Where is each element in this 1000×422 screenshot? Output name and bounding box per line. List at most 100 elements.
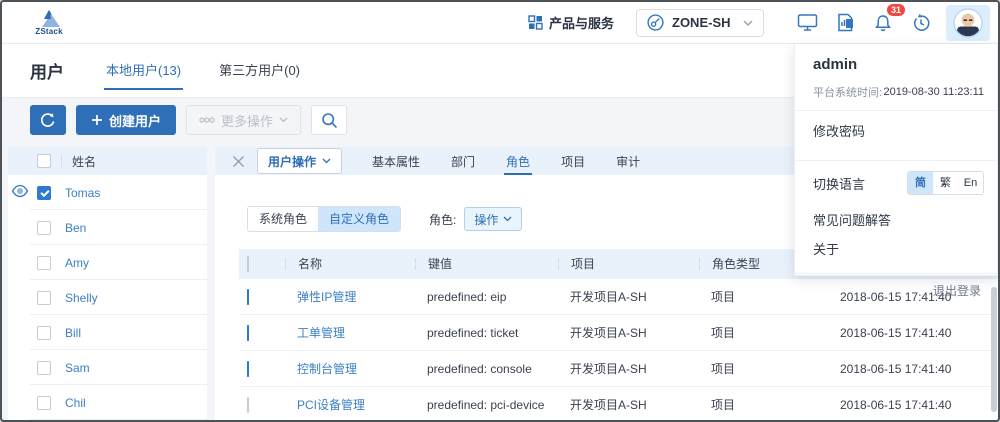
- role-type: 项目: [699, 360, 828, 377]
- tab-basic-properties[interactable]: 基本属性: [370, 147, 422, 175]
- role-project: 开发项目A-SH: [558, 288, 699, 305]
- language-toggle: 简 繁 En: [907, 171, 984, 195]
- role-name-link[interactable]: 工单管理: [285, 324, 415, 341]
- user-actions-dropdown[interactable]: 用户操作: [257, 148, 342, 174]
- role-date: 2018-06-15 17:41:40: [828, 326, 998, 340]
- zstack-logo[interactable]: ZStack: [28, 10, 70, 36]
- role-name-link[interactable]: PCI设备管理: [285, 396, 415, 413]
- zone-selector[interactable]: ZONE-SH: [636, 9, 764, 37]
- tab-third-party-users[interactable]: 第三方用户(0): [217, 51, 302, 90]
- logout-button[interactable]: 退出登录: [795, 274, 997, 307]
- role-type: 项目: [699, 396, 828, 413]
- role-project: 开发项目A-SH: [558, 396, 699, 413]
- role-checkbox[interactable]: [247, 361, 249, 377]
- user-checkbox[interactable]: [37, 396, 51, 410]
- zone-icon: [647, 14, 664, 31]
- chevron-down-icon: [279, 117, 288, 123]
- role-date: 2018-06-15 17:41:40: [828, 398, 998, 412]
- switch-language-row: 切换语言 简 繁 En: [795, 161, 997, 205]
- role-checkbox[interactable]: [247, 325, 249, 341]
- role-row[interactable]: 控制台管理 predefined: console 开发项目A-SH 项目 20…: [239, 351, 998, 387]
- about-item[interactable]: 关于: [795, 234, 997, 263]
- tab-audit[interactable]: 审计: [614, 147, 642, 175]
- change-password-item[interactable]: 修改密码: [795, 111, 997, 150]
- notifications-button[interactable]: 31: [866, 6, 900, 40]
- account-button[interactable]: [946, 5, 990, 41]
- products-services-menu[interactable]: 产品与服务: [528, 13, 614, 32]
- products-services-label: 产品与服务: [549, 13, 614, 32]
- role-checkbox[interactable]: [247, 397, 249, 413]
- role-date: 2018-06-15 17:41:40: [828, 362, 998, 376]
- user-name-link[interactable]: Amy: [65, 256, 89, 270]
- user-list-panel: 姓名 Tomas Ben Amy Shelly: [8, 147, 207, 420]
- col-header-project: 项目: [558, 258, 699, 270]
- user-row[interactable]: Ben: [8, 210, 207, 245]
- language-english[interactable]: En: [958, 172, 983, 194]
- user-name-link[interactable]: Chil: [65, 396, 86, 410]
- user-list-header: 姓名: [8, 147, 207, 175]
- tab-role[interactable]: 角色: [504, 147, 532, 175]
- tab-project[interactable]: 项目: [559, 147, 587, 175]
- faq-item[interactable]: 常见问题解答: [795, 205, 997, 234]
- user-row[interactable]: Tomas: [8, 175, 207, 210]
- custom-roles-segment[interactable]: 自定义角色: [318, 207, 400, 231]
- user-name-link[interactable]: Shelly: [65, 291, 98, 305]
- role-checkbox[interactable]: [247, 289, 249, 305]
- tab-department[interactable]: 部门: [449, 147, 477, 175]
- role-row[interactable]: PCI设备管理 predefined: pci-device 开发项目A-SH …: [239, 387, 998, 420]
- header-divider: [61, 155, 62, 167]
- report-icon: [836, 13, 854, 32]
- user-name-link[interactable]: Sam: [65, 361, 90, 375]
- user-checkbox[interactable]: [37, 326, 51, 340]
- history-clock-icon: [911, 13, 931, 33]
- refresh-icon: [40, 112, 56, 128]
- create-user-label: 创建用户: [109, 111, 161, 130]
- operation-history-button[interactable]: [904, 6, 938, 40]
- select-all-users-checkbox[interactable]: [37, 154, 51, 168]
- user-row[interactable]: Shelly: [8, 280, 207, 315]
- report-button[interactable]: [828, 6, 862, 40]
- role-kind-toggle: 系统角色 自定义角色: [247, 206, 401, 232]
- tab-local-users[interactable]: 本地用户(13): [104, 51, 183, 90]
- user-row[interactable]: Chil: [8, 385, 207, 420]
- console-button[interactable]: [790, 6, 824, 40]
- plus-icon: [91, 114, 103, 126]
- role-row[interactable]: 工单管理 predefined: ticket 开发项目A-SH 项目 2018…: [239, 315, 998, 351]
- toolbar: 创建用户 更多操作: [30, 105, 347, 135]
- monitor-icon: [797, 13, 818, 32]
- user-name-link[interactable]: Bill: [65, 326, 81, 340]
- system-roles-segment[interactable]: 系统角色: [248, 207, 318, 231]
- user-row[interactable]: Bill: [8, 315, 207, 350]
- search-button[interactable]: [311, 105, 347, 135]
- language-traditional[interactable]: 繁: [933, 172, 958, 194]
- more-actions-button[interactable]: 更多操作: [186, 105, 301, 135]
- select-all-roles-checkbox[interactable]: [247, 256, 249, 272]
- user-checkbox[interactable]: [37, 221, 51, 235]
- top-bar: ZStack 产品与服务: [2, 2, 998, 44]
- system-time-label: 平台系统时间:: [813, 84, 882, 100]
- role-project: 开发项目A-SH: [558, 360, 699, 377]
- user-row[interactable]: Sam: [8, 350, 207, 385]
- role-key: predefined: eip: [415, 290, 558, 304]
- language-simplified[interactable]: 简: [908, 172, 933, 194]
- chevron-down-icon: [322, 158, 331, 164]
- role-name-link[interactable]: 弹性IP管理: [285, 288, 415, 305]
- close-icon[interactable]: [225, 148, 251, 174]
- user-name-link[interactable]: Tomas: [65, 186, 100, 200]
- user-checkbox[interactable]: [37, 186, 51, 200]
- role-project: 开发项目A-SH: [558, 324, 699, 341]
- account-username: admin: [813, 56, 979, 73]
- user-name-link[interactable]: Ben: [65, 221, 86, 235]
- role-name-link[interactable]: 控制台管理: [285, 360, 415, 377]
- user-row[interactable]: Amy: [8, 245, 207, 280]
- refresh-button[interactable]: [30, 105, 66, 135]
- create-user-button[interactable]: 创建用户: [76, 105, 176, 135]
- zone-selected-value: ZONE-SH: [672, 15, 735, 30]
- user-checkbox[interactable]: [37, 291, 51, 305]
- user-checkbox[interactable]: [37, 361, 51, 375]
- user-checkbox[interactable]: [37, 256, 51, 270]
- avatar: [953, 8, 983, 38]
- notification-badge: 31: [886, 3, 906, 17]
- role-operations-dropdown[interactable]: 操作: [464, 207, 522, 231]
- role-key: predefined: pci-device: [415, 398, 558, 412]
